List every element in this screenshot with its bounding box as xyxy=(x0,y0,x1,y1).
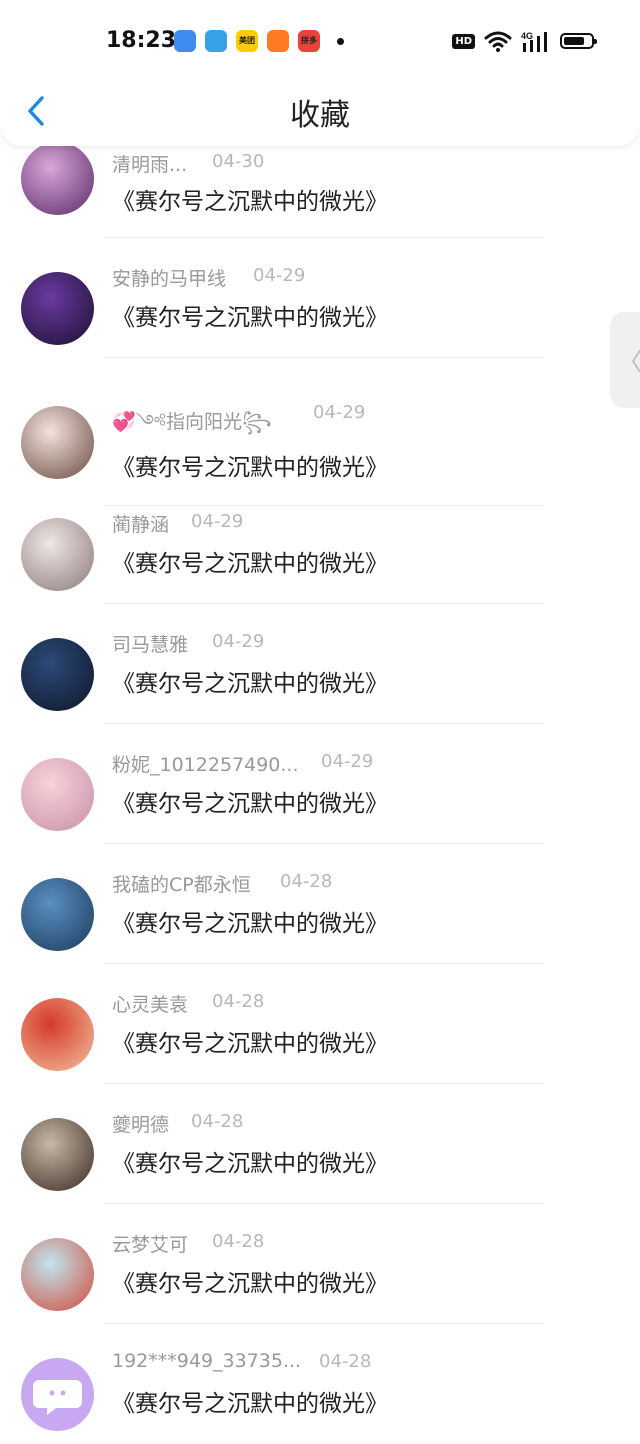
comment-text[interactable]: 《赛尔号之沉默中的微光》 xyxy=(112,1264,388,1298)
avatar[interactable] xyxy=(21,271,94,345)
avatar[interactable] xyxy=(21,997,94,1071)
list-item[interactable]: 心灵美袁 04-28 《赛尔号之沉默中的微光》 xyxy=(0,984,640,1084)
avatar[interactable] xyxy=(21,1237,94,1311)
more-notifications-dot xyxy=(337,37,344,45)
list-item[interactable]: 司马慧雅 04-29 《赛尔号之沉默中的微光》 xyxy=(0,624,640,724)
comment-text[interactable]: 《赛尔号之沉默中的微光》 xyxy=(112,904,388,938)
avatar[interactable] xyxy=(21,877,94,951)
comment-text[interactable]: 《赛尔号之沉默中的微光》 xyxy=(112,182,388,216)
list-item[interactable]: 安静的马甲线 04-29 《赛尔号之沉默中的微光》 xyxy=(0,258,640,358)
wifi-icon xyxy=(484,31,512,52)
timestamp: 04-29 xyxy=(191,511,244,532)
divider xyxy=(104,1203,544,1204)
comment-text[interactable]: 《赛尔号之沉默中的微光》 xyxy=(112,1384,388,1418)
hd-icon: HD xyxy=(452,33,475,49)
divider xyxy=(104,843,544,844)
avatar[interactable] xyxy=(21,757,94,831)
username: 💞༺指向阳光꧂ xyxy=(112,411,272,433)
chat-bubble-icon xyxy=(33,1379,82,1415)
divider xyxy=(104,357,544,358)
status-time: 18:23 xyxy=(106,28,177,53)
red-app-icon: 拼多多 xyxy=(298,30,320,52)
username: 192***949_33735... xyxy=(112,1350,302,1372)
comment-text[interactable]: 《赛尔号之沉默中的微光》 xyxy=(112,1024,388,1058)
divider xyxy=(104,963,544,964)
timestamp: 04-28 xyxy=(212,991,265,1012)
timestamp: 04-29 xyxy=(321,751,374,772)
side-drawer-handle[interactable]: 〈 xyxy=(610,312,640,408)
chevron-left-icon: 〈 xyxy=(618,348,640,376)
timestamp: 04-28 xyxy=(212,1231,265,1252)
avatar[interactable] xyxy=(21,142,94,215)
timestamp: 04-28 xyxy=(319,1351,372,1372)
divider xyxy=(104,723,544,724)
list-item[interactable]: 清明雨... 04-30 《赛尔号之沉默中的微光》 xyxy=(0,140,640,238)
list-item[interactable]: 蔺静涵 04-29 《赛尔号之沉默中的微光》 xyxy=(0,504,640,604)
comment-text[interactable]: 《赛尔号之沉默中的微光》 xyxy=(112,1144,388,1178)
list-item[interactable]: 💞༺指向阳光꧂ 04-29 《赛尔号之沉默中的微光》 xyxy=(0,378,640,506)
divider xyxy=(104,237,544,238)
comment-text[interactable]: 《赛尔号之沉默中的微光》 xyxy=(112,298,388,332)
username: 安静的马甲线 xyxy=(112,268,227,290)
timestamp: 04-29 xyxy=(313,402,366,423)
username: 夔明德 xyxy=(112,1114,170,1136)
list-item[interactable]: 云梦艾可 04-28 《赛尔号之沉默中的微光》 xyxy=(0,1224,640,1324)
list-item[interactable]: 192***949_33735... 04-28 《赛尔号之沉默中的微光》 xyxy=(0,1344,640,1444)
username: 清明雨... xyxy=(112,154,188,176)
orange-app-icon xyxy=(267,30,289,52)
avatar[interactable] xyxy=(21,517,94,591)
avatar[interactable] xyxy=(21,637,94,711)
username: 云梦艾可 xyxy=(112,1234,189,1256)
status-indicators: HD 4G xyxy=(452,30,597,52)
network-type-label: 4G xyxy=(521,31,533,41)
username: 我磕的CP都永恒 xyxy=(112,874,251,896)
timestamp: 04-29 xyxy=(253,265,306,286)
avatar[interactable] xyxy=(21,405,94,479)
comment-text[interactable]: 《赛尔号之沉默中的微光》 xyxy=(112,544,388,578)
username: 司马慧雅 xyxy=(112,634,189,656)
comment-text[interactable]: 《赛尔号之沉默中的微光》 xyxy=(112,448,388,482)
divider xyxy=(104,1323,544,1324)
signal-icon: 4G xyxy=(521,31,547,52)
avatar[interactable] xyxy=(21,1357,94,1431)
list-item[interactable]: 夔明德 04-28 《赛尔号之沉默中的微光》 xyxy=(0,1104,640,1204)
circle-app-icon xyxy=(205,30,227,52)
timestamp: 04-29 xyxy=(212,631,265,652)
battery-icon xyxy=(560,33,597,49)
comment-text[interactable]: 《赛尔号之沉默中的微光》 xyxy=(112,664,388,698)
page-title: 收藏 xyxy=(290,98,350,133)
timestamp: 04-28 xyxy=(191,1111,244,1132)
list-item[interactable]: 我磕的CP都永恒 04-28 《赛尔号之沉默中的微光》 xyxy=(0,864,640,964)
divider xyxy=(104,603,544,604)
list-item[interactable]: 粉妮_1012257490... 04-29 《赛尔号之沉默中的微光》 xyxy=(0,744,640,844)
meituan-icon: 美团 xyxy=(236,30,258,52)
top-bar: 18:23 美团 拼多多 HD 4G 收藏 xyxy=(0,0,640,146)
timestamp: 04-30 xyxy=(212,151,265,172)
timestamp: 04-28 xyxy=(280,871,333,892)
username: 心灵美袁 xyxy=(112,994,189,1016)
blue-app-icon xyxy=(174,30,196,52)
username: 蔺静涵 xyxy=(112,514,170,536)
comment-text[interactable]: 《赛尔号之沉默中的微光》 xyxy=(112,784,388,818)
avatar[interactable] xyxy=(21,1117,94,1191)
divider xyxy=(104,1083,544,1084)
status-bar: 18:23 美团 拼多多 HD 4G xyxy=(0,0,640,86)
username: 粉妮_1012257490... xyxy=(112,754,299,776)
notification-icons: 美团 拼多多 xyxy=(174,30,344,52)
